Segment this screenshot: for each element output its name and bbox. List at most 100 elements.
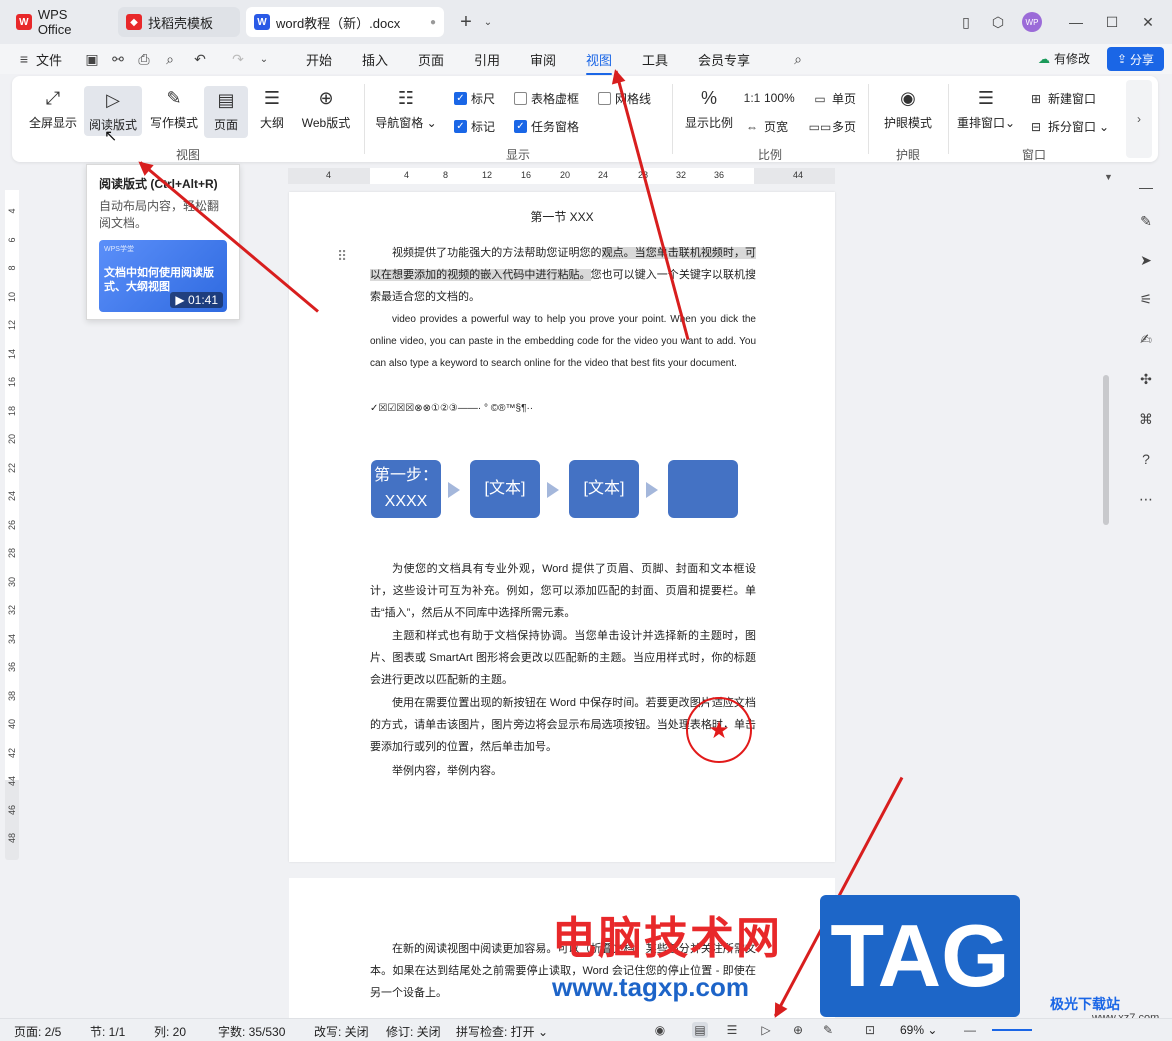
minimize-icon[interactable]: — [1066, 12, 1086, 32]
smartart-arrow [547, 482, 559, 498]
single-page-button[interactable]: ▭ 单页 [812, 90, 856, 107]
tab-wps-office[interactable]: W WPS Office [8, 7, 112, 37]
check-task-pane[interactable]: ✓ 任务窗格 [514, 118, 579, 135]
outline-icon[interactable]: ☰ [724, 1022, 740, 1038]
writing-mode-button[interactable]: ✎ 写作模式 [146, 86, 202, 131]
edit-icon[interactable]: ✎ [1136, 211, 1156, 231]
status-words[interactable]: 字数: 35/530 [218, 1023, 285, 1040]
smartart-step-4[interactable] [668, 460, 738, 518]
menu-tools[interactable]: 工具 [642, 50, 668, 69]
more-chevron-icon[interactable]: ⌄ [254, 49, 274, 69]
split-window-button[interactable]: ⊟ 拆分窗口 ⌄ [1028, 118, 1109, 135]
page-view-button[interactable]: ▤ 页面 [204, 86, 248, 138]
paragraph-6[interactable]: 举例内容，举例内容。 [370, 760, 756, 782]
symbol-line[interactable]: ✓☒☑☒☒⊗⊗①②③——· ° ©®™§¶·· [370, 398, 756, 420]
smartart-step-2[interactable]: [文本] [470, 460, 540, 518]
share-button[interactable]: ⇪ 分享 [1107, 47, 1164, 71]
status-column[interactable]: 列: 20 [154, 1023, 186, 1040]
print-preview-icon[interactable]: ⌕ [160, 49, 180, 69]
link-icon[interactable]: ⚯ [108, 49, 128, 69]
smartart-step-3[interactable]: [文本] [569, 460, 639, 518]
tab-document[interactable]: W word教程（新）.docx ● [246, 7, 444, 37]
rearrange-window-button[interactable]: ☰ 重排窗口⌄ [954, 86, 1018, 131]
cube-icon[interactable]: ⬡ [988, 12, 1008, 32]
multi-page-button[interactable]: ▭▭ 多页 [809, 118, 856, 135]
check-marks[interactable]: ✓ 标记 [454, 118, 495, 135]
redo-icon[interactable]: ↷ [228, 49, 248, 69]
zoom-out-icon[interactable]: — [962, 1022, 978, 1038]
menu-insert[interactable]: 插入 [362, 50, 388, 69]
tooltip-video[interactable]: WPS学堂 文档中如何使用阅读版式、大纲视图 ▶ 01:41 [99, 240, 227, 312]
hamburger-icon[interactable]: ≡ [14, 49, 34, 69]
paragraph-2[interactable]: video provides a powerful way to help yo… [370, 309, 756, 375]
menu-review[interactable]: 审阅 [530, 50, 556, 69]
menu-view[interactable]: 视图 [586, 50, 613, 75]
new-tab-icon[interactable]: + [456, 11, 476, 33]
checkbox-icon[interactable] [514, 92, 527, 105]
menu-member[interactable]: 会员专享 [698, 50, 750, 69]
drag-handle-icon[interactable]: ⠿ [337, 248, 347, 265]
print-icon[interactable]: ⎙ [134, 49, 154, 69]
select-icon[interactable]: ➤ [1136, 250, 1156, 270]
close-icon[interactable]: ✕ [1138, 12, 1158, 32]
outline-icon: ☰ [263, 87, 281, 108]
checkbox-icon[interactable]: ✓ [514, 120, 527, 133]
fit-icon[interactable]: ⊡ [862, 1022, 878, 1038]
status-page[interactable]: 页面: 2/5 [14, 1023, 61, 1040]
page-width-button[interactable]: ⇔ 页宽 [744, 118, 788, 135]
unsaved-dot-icon[interactable]: ● [430, 17, 436, 28]
zoom-100-button[interactable]: 1:1 100% [744, 90, 795, 106]
pen-icon[interactable]: ✎ [820, 1022, 836, 1038]
zoom-value[interactable]: 69% ⌄ [900, 1023, 937, 1037]
menu-reference[interactable]: 引用 [474, 50, 500, 69]
page-view-icon[interactable]: ▤ [692, 1022, 708, 1038]
globe-icon[interactable]: ⊕ [790, 1022, 806, 1038]
new-window-button[interactable]: ⊞ 新建窗口 [1028, 90, 1096, 107]
zoom-ratio-button[interactable]: % 显示比例 [680, 86, 738, 131]
check-ruler[interactable]: ✓ 标尺 [454, 90, 495, 107]
ribbon-scroll-right-icon[interactable]: › [1126, 80, 1152, 158]
check-table-grid[interactable]: 表格虚框 [514, 90, 579, 107]
adjust-icon[interactable]: ⚟ [1136, 289, 1156, 309]
fullscreen-button[interactable]: ⤢ 全屏显示 [26, 86, 80, 131]
zoom-slider[interactable] [992, 1029, 1032, 1031]
eye-mode-button[interactable]: ◉ 护眼模式 [876, 86, 940, 131]
minus-icon[interactable]: — [1136, 177, 1156, 197]
avatar[interactable]: WP [1022, 12, 1042, 32]
tools-icon[interactable]: ✣ [1136, 369, 1156, 389]
paragraph-4[interactable]: 主题和样式也有助于文档保持协调。当您单击设计并选择新的主题时，图片、图表或 Sm… [370, 625, 756, 691]
ai-write-icon[interactable]: ✍ [1136, 329, 1156, 349]
smartart-step-1[interactable]: 第一步：XXXX [371, 460, 441, 518]
checkbox-icon[interactable] [598, 92, 611, 105]
ruler-tick: 32 [676, 170, 687, 180]
chevron-down-icon[interactable]: ⌄ [478, 12, 498, 32]
menu-page[interactable]: 页面 [418, 50, 444, 69]
eye-icon[interactable]: ◉ [652, 1022, 668, 1038]
tab-templates[interactable]: ◆ 找稻壳模板 [118, 7, 240, 37]
web-layout-button[interactable]: ⊕ Web版式 [296, 86, 356, 131]
search-icon[interactable]: ⌕ [788, 49, 808, 69]
vertical-scrollbar[interactable] [1103, 375, 1109, 525]
paragraph-1[interactable]: 视频提供了功能强大的方法帮助您证明您的观点。当您单击联机视频时，可以在想要添加的… [370, 242, 756, 308]
checkbox-icon[interactable]: ✓ [454, 120, 467, 133]
outline-button[interactable]: ☰ 大纲 [252, 86, 292, 131]
checkbox-icon[interactable]: ✓ [454, 92, 467, 105]
edit-status[interactable]: ☁ 有修改 [1038, 50, 1090, 67]
status-spell-check[interactable]: 拼写检查: 打开 ⌄ [456, 1023, 548, 1040]
more-icon[interactable]: ⋯ [1136, 489, 1156, 509]
book-icon[interactable]: ⌘ [1136, 409, 1156, 429]
window-layout-icon[interactable]: ▯ [956, 12, 976, 32]
status-section[interactable]: 节: 1/1 [90, 1023, 125, 1040]
status-track-changes[interactable]: 修订: 关闭 [386, 1023, 441, 1040]
save-icon[interactable]: ▣ [82, 49, 102, 69]
ruler-settings-icon[interactable]: ▼ [1104, 172, 1113, 182]
nav-pane-button[interactable]: ☷ 导航窗格 ⌄ [374, 86, 438, 131]
undo-icon[interactable]: ↶ [190, 49, 210, 69]
maximize-icon[interactable]: ☐ [1102, 12, 1122, 32]
paragraph-3[interactable]: 为使您的文档具有专业外观，Word 提供了页眉、页脚、封面和文本框设计，这些设计… [370, 558, 756, 624]
help-icon[interactable]: ? [1136, 449, 1156, 469]
menu-file[interactable]: 文件 [36, 50, 62, 69]
status-overwrite[interactable]: 改写: 关闭 [314, 1023, 369, 1040]
menu-home[interactable]: 开始 [306, 50, 332, 69]
reading-icon[interactable]: ▷ [758, 1022, 774, 1038]
